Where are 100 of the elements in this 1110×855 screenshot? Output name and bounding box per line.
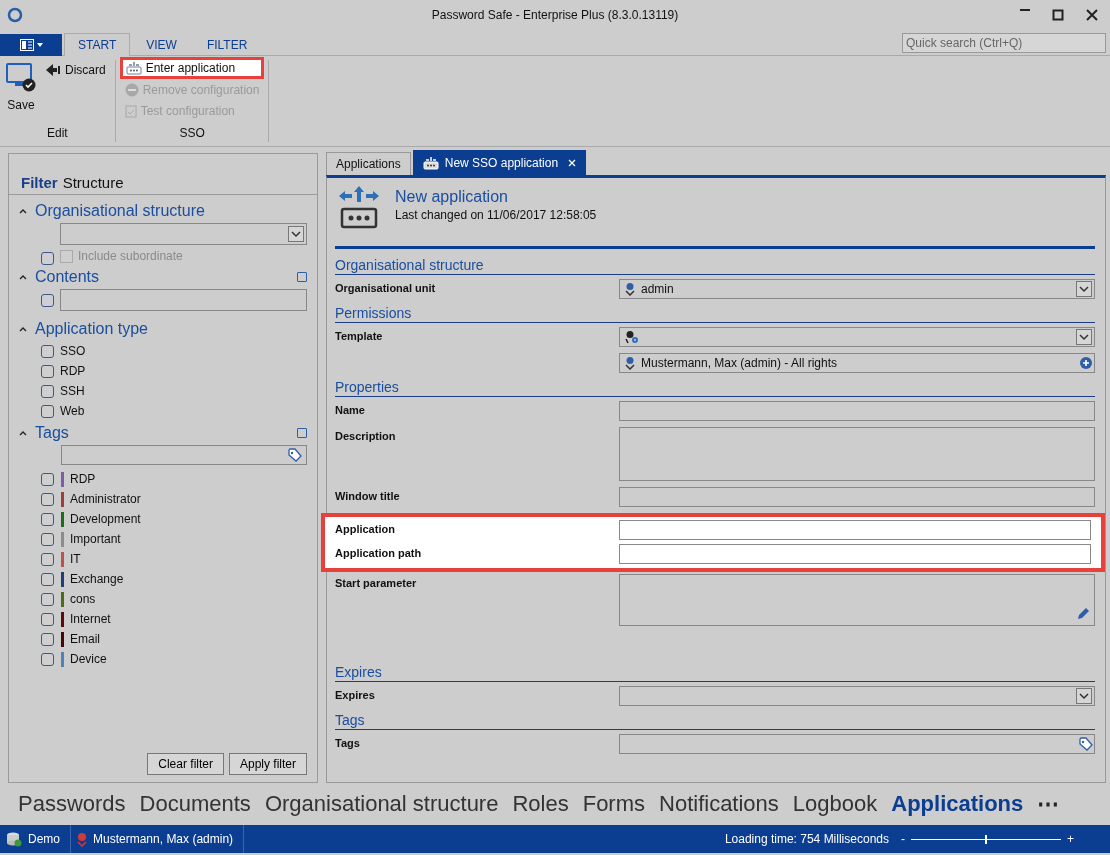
dropdown-field[interactable] — [60, 223, 307, 245]
text-field[interactable] — [619, 544, 1091, 564]
ribbon-button[interactable]: Save — [4, 60, 38, 126]
monitor-check-icon — [6, 62, 36, 92]
checkbox-label: RDP — [60, 364, 86, 378]
checkbox[interactable] — [41, 293, 54, 307]
checkbox[interactable] — [41, 652, 54, 666]
tag-label: Important — [70, 532, 121, 546]
tag-label: Exchange — [70, 572, 124, 586]
tag-label: Administrator — [70, 492, 141, 506]
section-title: Expires — [335, 664, 1095, 682]
field-label: Expires — [335, 689, 375, 701]
tag-label: Email — [70, 632, 100, 646]
section-title: Properties — [335, 379, 1095, 397]
square-icon — [297, 428, 307, 438]
user-icon — [625, 356, 635, 370]
user-gear-icon — [625, 330, 639, 344]
field-label: Template — [335, 330, 383, 342]
checkbox[interactable] — [41, 612, 54, 626]
checkbox[interactable] — [41, 532, 54, 546]
checkbox-label: Web — [60, 404, 85, 418]
filter-button[interactable]: Apply filter — [228, 753, 307, 775]
app-menu-button[interactable] — [0, 34, 62, 56]
navigation-link[interactable]: Roles — [512, 791, 569, 817]
checkbox[interactable] — [41, 552, 54, 566]
ribbon-tab[interactable]: FILTER — [192, 33, 262, 55]
field-label: Application path — [335, 547, 422, 559]
dropdown-field[interactable] — [619, 686, 1095, 706]
zoom-in-button[interactable]: + — [1067, 832, 1074, 846]
section-title: Tags — [35, 424, 69, 442]
dropdown-field[interactable] — [619, 327, 1095, 347]
document-tab[interactable]: Applications — [326, 152, 411, 175]
checkbox[interactable] — [41, 592, 54, 606]
checkbox-label: Include subordinate — [78, 249, 183, 263]
checkbox[interactable] — [41, 344, 54, 358]
section-title: Permissions — [335, 305, 1095, 323]
ribbon-button[interactable]: Enter application — [119, 57, 265, 79]
section-title: Application type — [35, 320, 148, 338]
navigation-link[interactable]: Forms — [582, 791, 645, 817]
text-field[interactable] — [619, 401, 1095, 421]
checkbox[interactable] — [41, 492, 54, 506]
tab-label: Applications — [336, 157, 401, 171]
navigation-link[interactable]: Notifications — [659, 791, 779, 817]
navigation-link[interactable]: Applications — [891, 791, 1024, 817]
minimize-icon — [1020, 9, 1030, 11]
filter-button[interactable]: Clear filter — [147, 753, 224, 775]
section-title: Organisational structure — [35, 202, 205, 220]
ribbon-tab[interactable]: START — [64, 33, 131, 56]
tag-icon — [1079, 737, 1093, 751]
text-field[interactable] — [619, 520, 1091, 540]
ribbon-button[interactable]: Discard — [40, 60, 111, 80]
checkbox[interactable] — [41, 364, 54, 378]
checkbox[interactable] — [41, 572, 54, 586]
tag-label: cons — [70, 592, 96, 606]
field-label: Application — [335, 523, 395, 535]
tag-label: Internet — [70, 612, 111, 626]
field-label: Name — [335, 404, 365, 416]
window-title: Password Safe - Enterprise Plus (8.3.0.13119) — [431, 8, 679, 22]
checkbox[interactable] — [41, 252, 54, 265]
record-title: New application — [395, 188, 509, 206]
permission-entry[interactable]: Mustermann, Max (admin) - All rights — [619, 353, 1095, 373]
tag-label: RDP — [70, 472, 96, 486]
checkbox[interactable] — [41, 404, 54, 418]
database-check-icon — [6, 831, 22, 847]
keyboard-arrows-icon — [422, 156, 439, 170]
ribbon-tab[interactable]: VIEW — [132, 33, 191, 55]
field-value: admin — [641, 282, 675, 296]
dropdown-field[interactable]: admin — [619, 279, 1095, 299]
group-label: Edit — [46, 126, 69, 142]
navigation-link[interactable]: Organisational structure — [264, 791, 499, 817]
tag-label: Device — [70, 652, 107, 666]
search-field[interactable]: Quick search (Ctrl+Q) — [902, 33, 1106, 53]
field-label: Description — [335, 430, 396, 442]
checkbox[interactable] — [41, 472, 54, 486]
app-logo-icon — [7, 7, 23, 23]
field-value: Mustermann, Max (admin) - All rights — [641, 356, 839, 370]
plus-circle-icon — [1080, 357, 1092, 369]
caret-down-icon — [36, 43, 43, 47]
checkbox[interactable] — [41, 512, 54, 526]
more-button[interactable]: ⋯ — [1037, 791, 1060, 817]
navigation-link[interactable]: Logbook — [792, 791, 878, 817]
checkbox-label: SSH — [60, 384, 85, 398]
zoom-out-button[interactable]: - — [901, 832, 905, 846]
close-icon[interactable] — [568, 159, 577, 167]
navigation-link[interactable]: Documents — [139, 791, 251, 817]
minus-circle-icon — [124, 83, 139, 97]
navigation-link[interactable]: Passwords — [18, 791, 126, 817]
checkbox[interactable] — [41, 384, 54, 398]
checkbox[interactable] — [41, 632, 54, 646]
panel-title: Structure — [62, 174, 124, 191]
tags-field[interactable] — [619, 734, 1095, 754]
text-field[interactable] — [619, 487, 1095, 507]
section-title: Organisational structure — [335, 257, 1095, 275]
tag-search-field[interactable] — [61, 445, 307, 465]
text-field[interactable] — [60, 289, 307, 311]
tag-label: Development — [70, 512, 141, 526]
maximize-icon — [1052, 9, 1064, 21]
checkbox-label: SSO — [60, 344, 86, 358]
document-tab[interactable]: New SSO application — [412, 150, 587, 175]
book-icon — [19, 39, 34, 51]
